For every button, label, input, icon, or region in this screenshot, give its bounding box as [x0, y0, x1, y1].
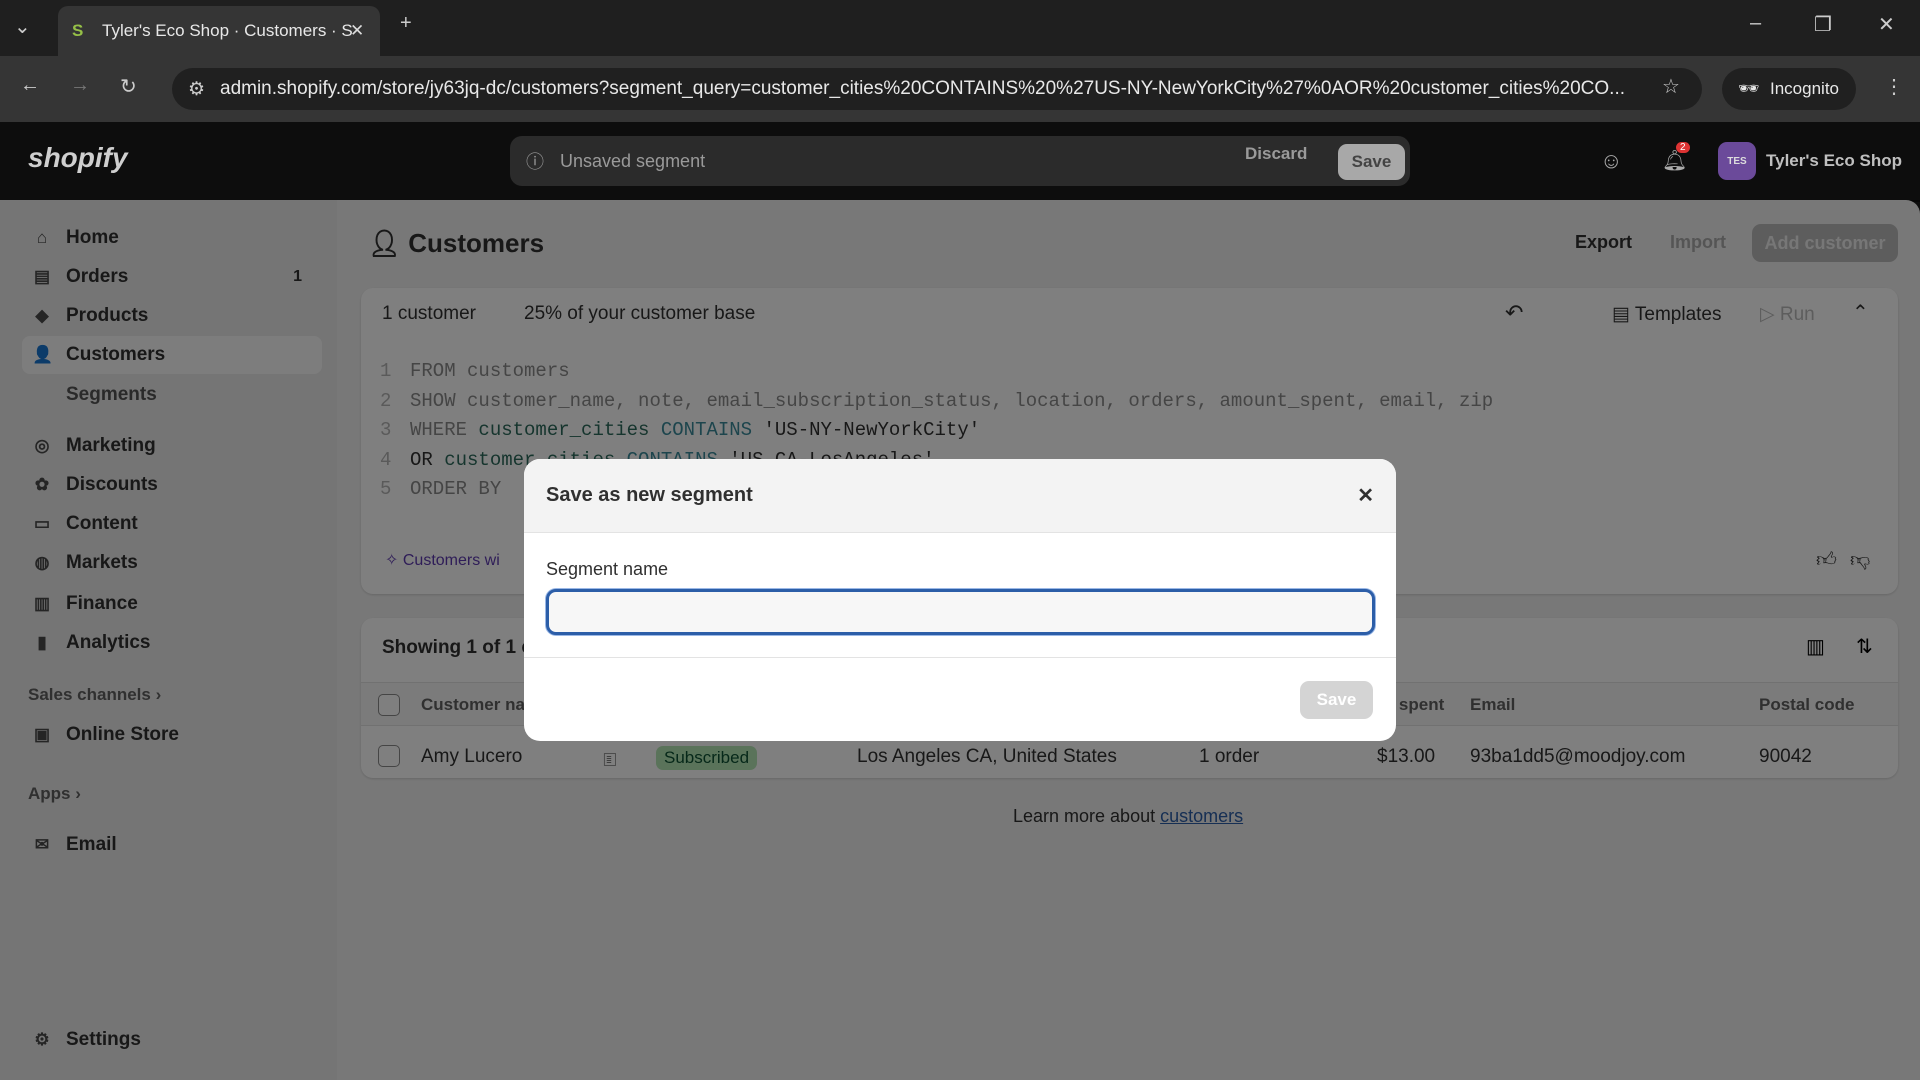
modal-footer-divider — [524, 657, 1396, 658]
bell-icon[interactable]: 🔔︎ 2 — [1662, 142, 1690, 173]
browser-tab[interactable]: S Tyler's Eco Shop · Customers · S ✕ — [58, 6, 380, 56]
store-menu[interactable]: TES Tyler's Eco Shop — [1718, 142, 1902, 180]
incognito-icon: 🕶 — [1738, 79, 1760, 98]
segment-name-label: Segment name — [546, 559, 669, 579]
info-icon: ⓘ — [526, 152, 544, 172]
shopify-favicon-icon: S — [72, 21, 84, 40]
url-text: admin.shopify.com/store/jy63jq-dc/custom… — [220, 78, 1625, 99]
forward-icon[interactable]: → — [70, 74, 90, 97]
incognito-indicator[interactable]: 🕶 Incognito — [1722, 68, 1856, 110]
store-name: Tyler's Eco Shop — [1766, 151, 1902, 170]
modal-header: Save as new segment ✕ — [524, 459, 1396, 533]
incognito-label: Incognito — [1770, 79, 1839, 98]
sidekick-icon[interactable]: ☺ — [1600, 148, 1622, 174]
back-icon[interactable]: ← — [20, 74, 40, 97]
close-tab-icon[interactable]: ✕ — [350, 21, 364, 41]
minimize-icon[interactable]: – — [1750, 12, 1761, 35]
close-window-icon[interactable]: ✕ — [1878, 12, 1895, 37]
url-bar[interactable]: ⚙ admin.shopify.com/store/jy63jq-dc/custo… — [172, 68, 1702, 110]
modal-save-button[interactable]: Save — [1300, 681, 1373, 719]
new-tab-icon[interactable]: + — [400, 12, 412, 35]
restore-icon[interactable]: ❐ — [1814, 12, 1832, 37]
reload-icon[interactable]: ↻ — [120, 74, 137, 99]
modal-title: Save as new segment — [546, 484, 753, 506]
site-settings-icon[interactable]: ⚙ — [188, 78, 205, 101]
tab-search-icon[interactable]: ⌄ — [14, 14, 31, 39]
bookmark-star-icon[interactable]: ☆ — [1662, 74, 1680, 99]
tab-title: Tyler's Eco Shop · Customers · S — [102, 21, 353, 40]
topbar-save-button[interactable]: Save — [1338, 144, 1405, 180]
discard-button[interactable]: Discard — [1245, 144, 1307, 164]
shopify-logo[interactable]: shopify — [28, 142, 128, 174]
save-segment-modal: Save as new segment ✕ Segment name Save — [524, 459, 1396, 741]
unsaved-status: Unsaved segment — [560, 150, 706, 171]
close-icon[interactable]: ✕ — [1357, 483, 1374, 508]
browser-tab-bar: ⌄ S Tyler's Eco Shop · Customers · S ✕ + –… — [0, 0, 1920, 56]
notification-badge: 2 — [1676, 142, 1690, 153]
avatar: TES — [1718, 142, 1756, 180]
browser-menu-icon[interactable]: ⋮ — [1884, 74, 1904, 99]
segment-name-input[interactable] — [546, 589, 1375, 635]
